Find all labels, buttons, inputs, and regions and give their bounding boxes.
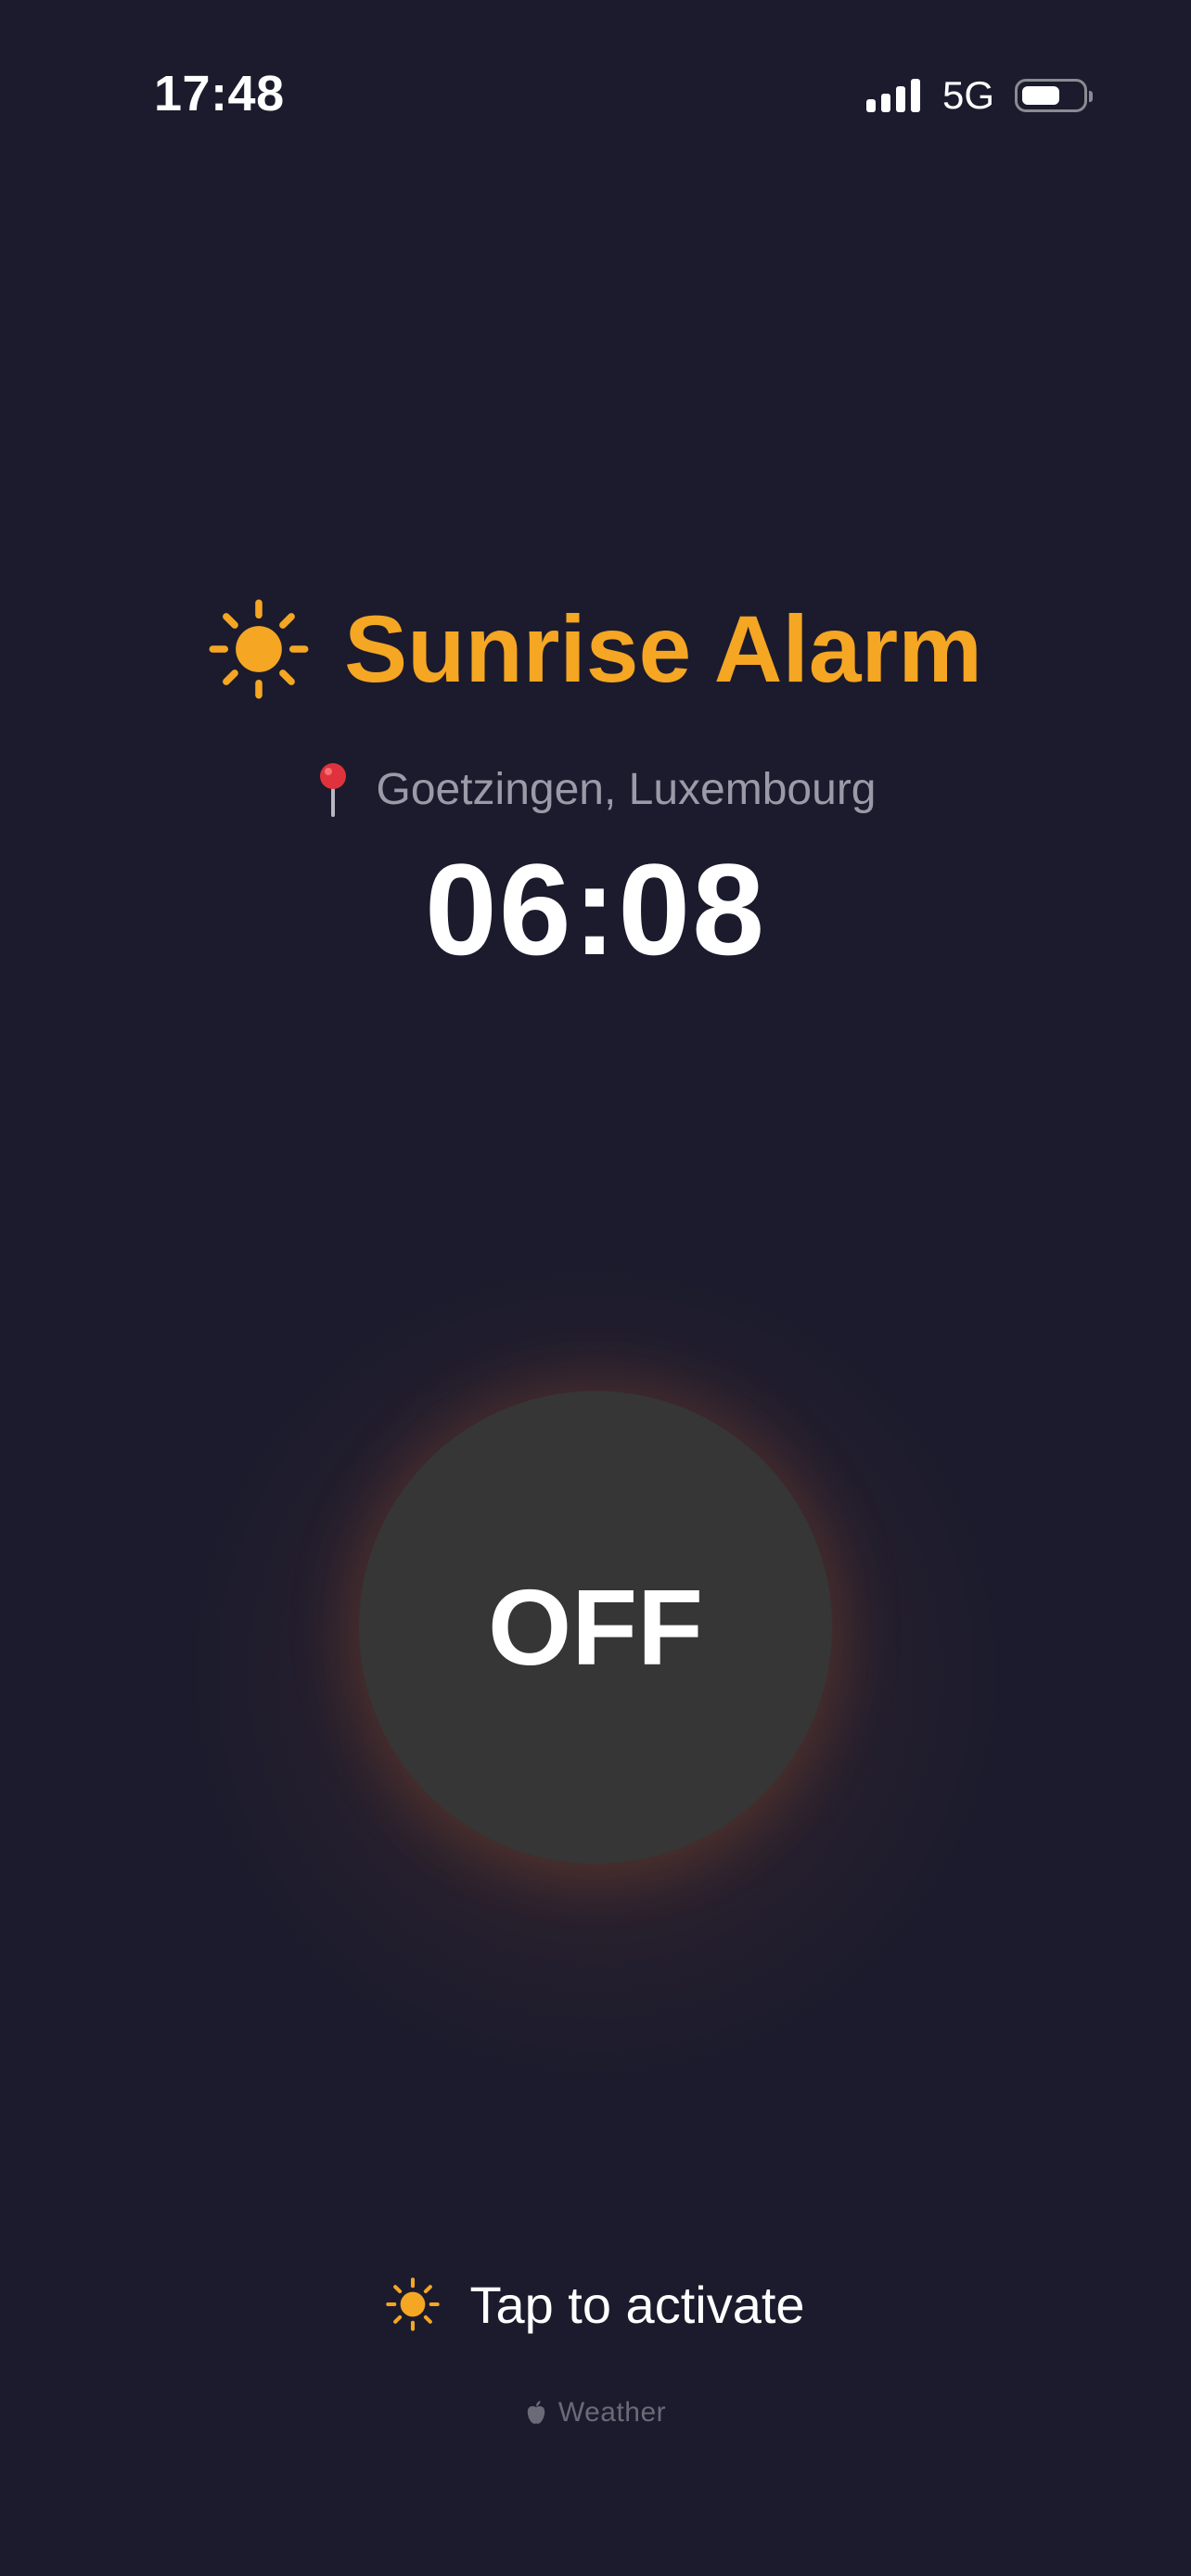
apple-icon (527, 2401, 545, 2424)
location: Goetzingen, Luxembourg (0, 757, 1191, 822)
location-text: Goetzingen, Luxembourg (376, 764, 877, 814)
toggle-state-label: OFF (488, 1567, 703, 1688)
signal-icon (865, 79, 926, 112)
status-time: 17:48 (154, 66, 285, 121)
page-title: Sunrise Alarm (344, 595, 982, 702)
sun-icon (209, 599, 309, 699)
battery-fill (1022, 86, 1059, 105)
pin-icon (320, 763, 347, 817)
status-indicators: 5G (865, 72, 1093, 119)
hint-text: Tap to activate (469, 2275, 805, 2334)
weather-attribution: Weather (0, 2394, 1191, 2431)
header: Sunrise Alarm (0, 593, 1191, 705)
alarm-toggle-button[interactable]: OFF (359, 1391, 832, 1864)
sun-icon (386, 2277, 441, 2331)
attribution-text: Weather (557, 2397, 667, 2428)
network-label: 5G (941, 73, 994, 117)
alarm-time: 06:08 (424, 836, 767, 982)
battery-icon (1015, 79, 1093, 112)
activate-hint: Tap to activate (0, 2272, 1191, 2337)
